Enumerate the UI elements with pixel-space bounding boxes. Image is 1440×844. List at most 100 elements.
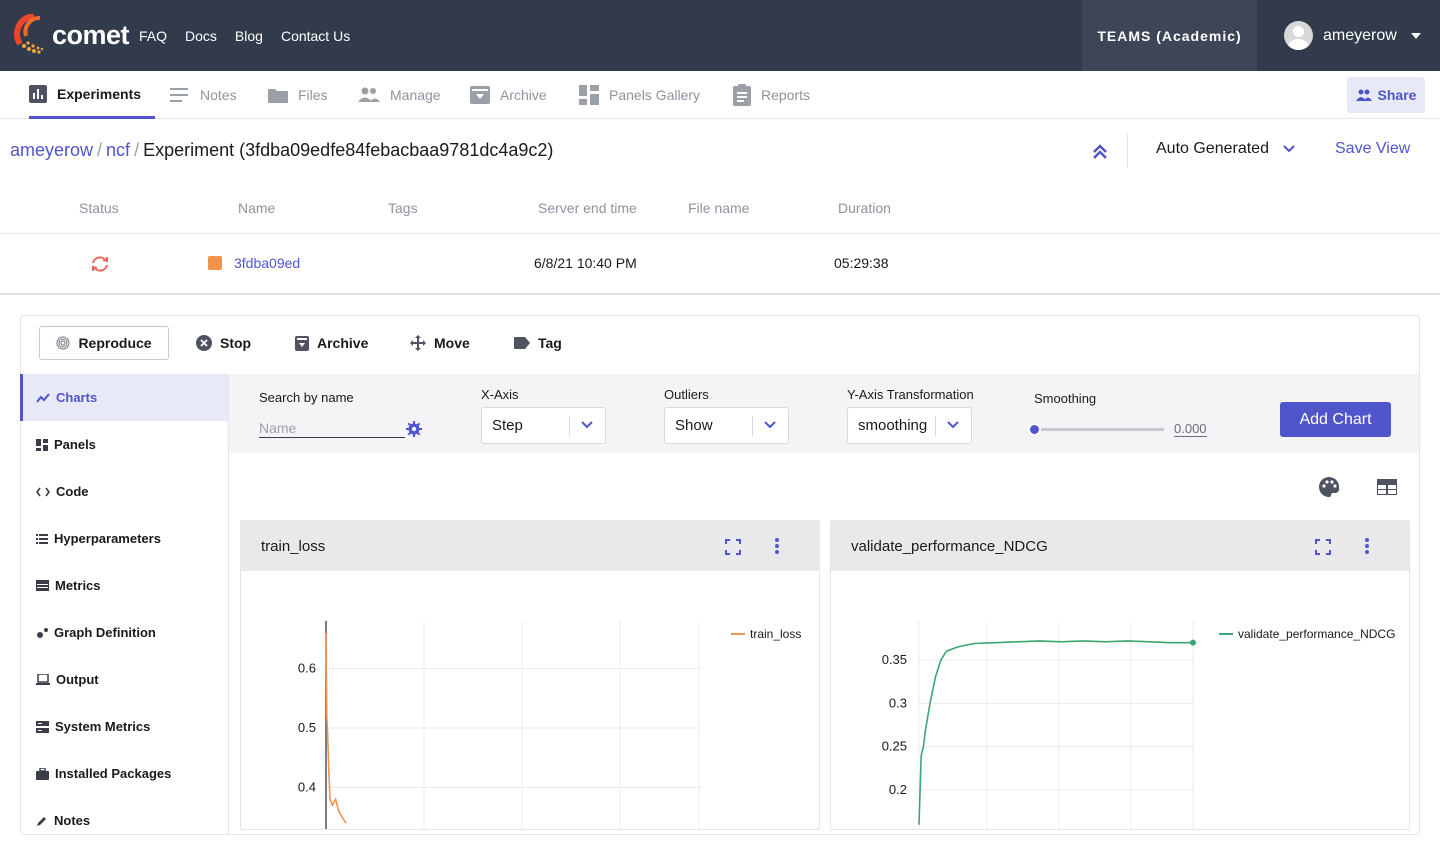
series-line	[918, 640, 1193, 825]
move-label: Move	[434, 335, 470, 351]
faq-link[interactable]: FAQ	[139, 28, 167, 44]
search-input[interactable]: Name	[259, 420, 405, 438]
user-menu[interactable]: ameyerow	[1284, 21, 1421, 50]
sidebar-item-notes[interactable]: Notes	[20, 797, 228, 844]
validate-ndcg-plot[interactable]: 0.35 0.3 0.25 0.2	[831, 571, 1409, 829]
train-loss-plot[interactable]: 0.6 0.5 0.4	[241, 571, 819, 829]
sidebar-item-panels[interactable]: Panels	[20, 421, 228, 468]
line-chart-icon	[36, 392, 50, 403]
username: ameyerow	[1323, 26, 1397, 44]
sidebar-item-system-metrics[interactable]: System Metrics	[20, 703, 228, 750]
breadcrumb: ameyerow / ncf / Experiment (3fdba09edfe84fe…	[10, 140, 553, 161]
tab-label: Archive	[500, 87, 547, 103]
chart-card-train-loss: train_loss train_loss 0.6 0.5 0.4	[240, 520, 820, 830]
caret-down-icon	[1410, 32, 1421, 39]
experiment-color-swatch[interactable]	[208, 256, 222, 270]
sidebar-label: Code	[56, 484, 89, 499]
contact-link[interactable]: Contact Us	[281, 28, 350, 44]
move-button[interactable]: Move	[410, 335, 470, 351]
graph-nodes-icon	[37, 627, 48, 638]
column-header-status[interactable]: Status	[79, 200, 119, 216]
sidebar-item-graph-definition[interactable]: Graph Definition	[20, 609, 228, 656]
smoothing-value[interactable]: 0.000	[1174, 421, 1207, 437]
tab-reports[interactable]: Reports	[733, 71, 810, 119]
sidebar-item-hyperparameters[interactable]: Hyperparameters	[20, 515, 228, 562]
xaxis-select-value: Step	[492, 417, 523, 434]
blog-link[interactable]: Blog	[235, 28, 263, 44]
view-select-value: Auto Generated	[1156, 140, 1269, 157]
tab-label: Experiments	[57, 85, 142, 102]
code-icon	[36, 487, 50, 496]
sidebar-item-installed-packages[interactable]: Installed Packages	[20, 750, 228, 797]
comet-logo[interactable]: comet	[14, 14, 130, 56]
archive-button[interactable]: Archive	[295, 335, 368, 351]
clipboard-icon	[733, 84, 751, 106]
layout-icon[interactable]	[1377, 479, 1397, 495]
pencil-icon	[37, 816, 46, 826]
table-icon	[36, 580, 49, 591]
breadcrumb-project[interactable]: ncf	[106, 140, 130, 160]
tab-label: Files	[298, 87, 328, 103]
gear-icon[interactable]	[406, 421, 422, 437]
chart-card-validate-ndcg: validate_performance_NDCG validate_perfo…	[830, 520, 1410, 830]
tab-panels-gallery[interactable]: Panels Gallery	[579, 71, 700, 119]
breadcrumb-experiment: Experiment (3fdba09edfe84febacbaa9781dc4…	[143, 140, 554, 160]
chart-title-text: train_loss	[261, 537, 326, 555]
ytrans-label: Y-Axis Transformation	[847, 387, 974, 402]
add-chart-button[interactable]: Add Chart	[1280, 402, 1391, 437]
outliers-select[interactable]: Show	[664, 407, 789, 444]
fullscreen-icon[interactable]	[725, 539, 741, 555]
collapse-up-icon[interactable]	[1092, 144, 1108, 160]
sidebar-item-output[interactable]: Output	[20, 656, 228, 703]
sidebar-label: Installed Packages	[55, 766, 172, 781]
sidebar-label: Hyperparameters	[54, 531, 161, 546]
stop-label: Stop	[220, 335, 252, 351]
top-navbar: comet FAQ Docs Blog Contact Us TEAMS (Ac…	[0, 0, 1440, 71]
tag-button[interactable]: Tag	[514, 335, 562, 351]
column-header-end-time[interactable]: Server end time	[538, 200, 637, 216]
sidebar-label: Output	[56, 672, 99, 687]
fullscreen-icon[interactable]	[1315, 539, 1331, 555]
column-header-duration[interactable]: Duration	[838, 200, 891, 216]
column-header-tags[interactable]: Tags	[388, 200, 418, 216]
docs-link[interactable]: Docs	[185, 28, 217, 44]
smoothing-slider[interactable]	[1034, 428, 1164, 431]
more-vert-icon[interactable]	[1365, 538, 1369, 554]
y-tick-label: 0.6	[298, 661, 316, 676]
sidebar-item-code[interactable]: Code	[20, 468, 228, 515]
share-button[interactable]: Share	[1347, 77, 1425, 113]
sidebar-item-charts[interactable]: Charts	[20, 374, 228, 421]
archive-label: Archive	[317, 335, 369, 351]
divider	[752, 416, 753, 436]
tab-label: Notes	[200, 87, 237, 103]
view-select[interactable]: Auto Generated	[1156, 140, 1296, 158]
tab-notes[interactable]: Notes	[170, 71, 237, 119]
teams-button[interactable]: TEAMS (Academic)	[1082, 0, 1257, 71]
avatar	[1284, 21, 1313, 50]
experiment-name-link[interactable]: 3fdba09ed	[234, 255, 300, 271]
tab-experiments[interactable]: Experiments	[29, 71, 155, 119]
reproduce-button[interactable]: Reproduce	[39, 326, 169, 360]
tab-files[interactable]: Files	[268, 71, 328, 119]
tab-manage[interactable]: Manage	[358, 71, 441, 119]
chevron-down-icon	[581, 421, 593, 429]
more-vert-icon[interactable]	[775, 538, 779, 554]
save-view-button[interactable]: Save View	[1335, 140, 1410, 158]
sidebar-item-metrics[interactable]: Metrics	[20, 562, 228, 609]
series-last-point	[1190, 639, 1196, 646]
search-label: Search by name	[259, 390, 354, 405]
breadcrumb-user[interactable]: ameyerow	[10, 140, 93, 160]
sidebar-label: Notes	[54, 813, 91, 828]
archive-icon	[295, 335, 309, 351]
column-header-file-name[interactable]: File name	[688, 200, 749, 216]
chart-title-text: validate_performance_NDCG	[851, 537, 1048, 555]
tab-archive[interactable]: Archive	[470, 71, 547, 119]
chevron-down-icon	[947, 421, 959, 429]
ytrans-select[interactable]: smoothing	[847, 407, 972, 444]
smoothing-slider-handle[interactable]	[1028, 423, 1041, 436]
column-header-name[interactable]: Name	[238, 200, 275, 216]
stop-button[interactable]: Stop	[196, 335, 251, 351]
xaxis-select[interactable]: Step	[481, 407, 606, 444]
palette-icon[interactable]	[1318, 476, 1340, 498]
y-tick-label: 0.4	[298, 779, 316, 794]
